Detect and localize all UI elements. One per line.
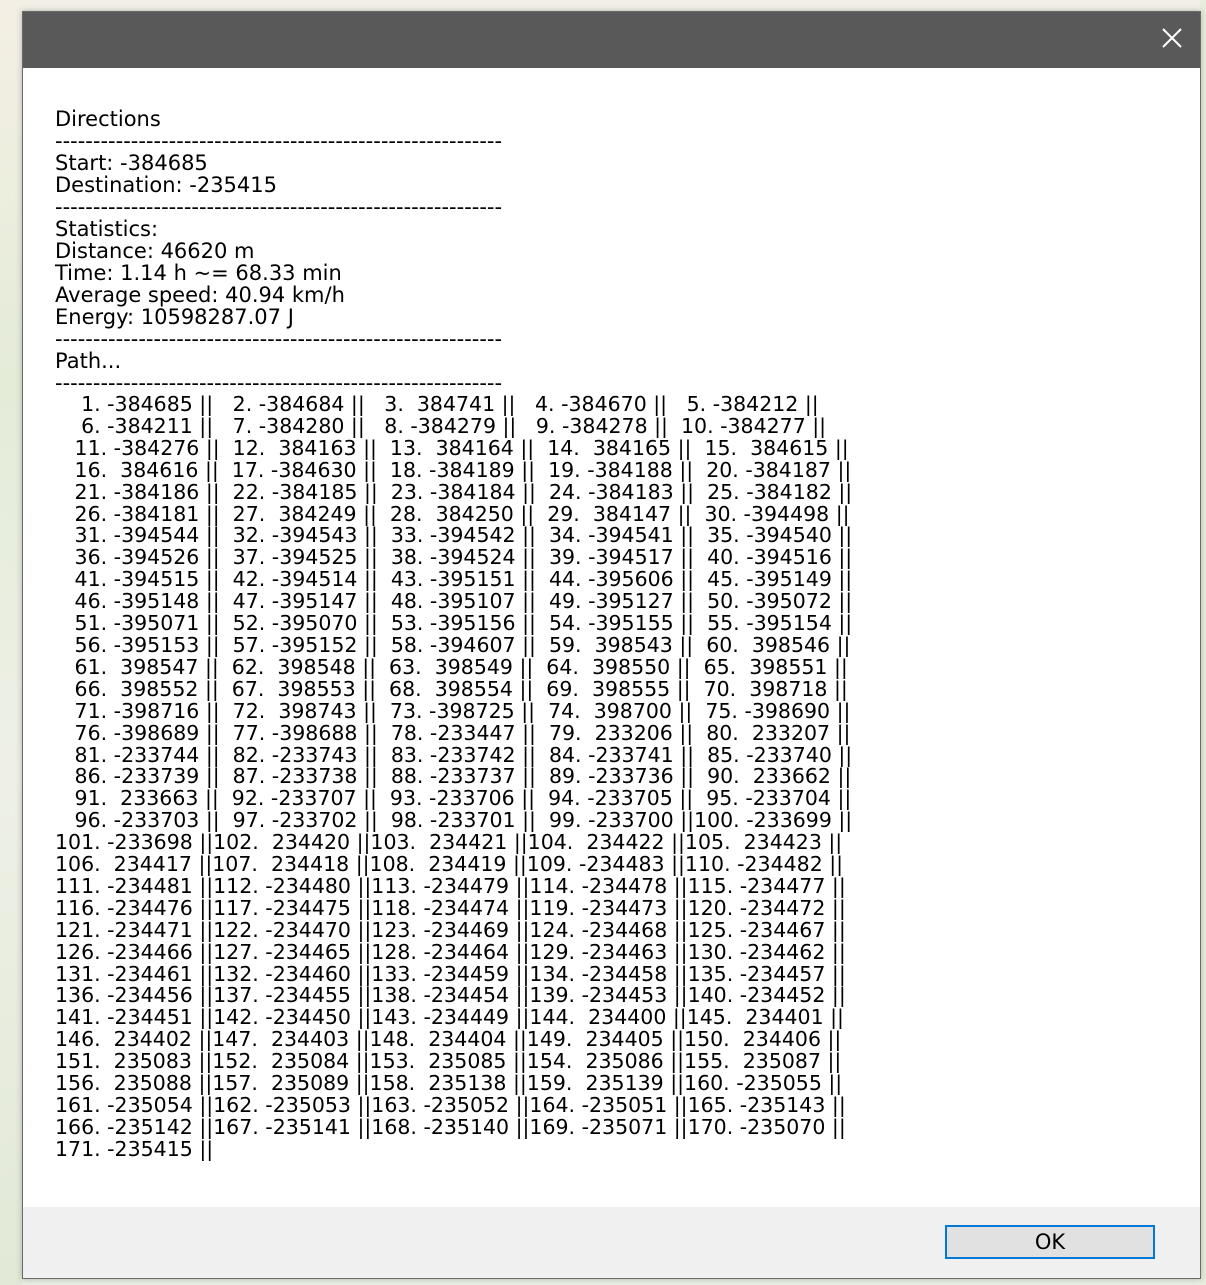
path-line: 61. 398547 || 62. 398548 || 63. 398549 |…: [55, 654, 848, 679]
path-line: 41. -394515 || 42. -394514 || 43. -39515…: [55, 567, 853, 592]
close-icon: [1161, 27, 1183, 53]
path-line: 56. -395153 || 57. -395152 || 58. -39460…: [55, 632, 851, 657]
path-line: 111. -234481 ||112. -234480 ||113. -2344…: [55, 873, 846, 898]
path-line: 116. -234476 ||117. -234475 ||118. -2344…: [55, 895, 846, 920]
path-line: 16. 384616 || 17. -384630 || 18. -384189…: [55, 457, 852, 482]
path-line: 106. 234417 ||107. 234418 ||108. 234419 …: [55, 852, 844, 877]
time-text: Time: 1.14 h ~= 68.33 min: [55, 261, 342, 285]
path-line: 171. -235415 ||: [55, 1136, 214, 1161]
distance-text: Distance: 46620 m: [55, 239, 255, 263]
path-line: 131. -234461 ||132. -234460 ||133. -2344…: [55, 961, 846, 986]
separator: ----------------------------------------…: [55, 196, 503, 218]
path-line: 76. -398689 || 77. -398688 || 78. -23344…: [55, 720, 851, 745]
separator: ----------------------------------------…: [55, 372, 503, 394]
path-line: 141. -234451 ||142. -234450 ||143. -2344…: [55, 1005, 844, 1030]
path-line: 151. 235083 ||152. 235084 ||153. 235085 …: [55, 1049, 842, 1074]
directions-heading: Directions: [55, 107, 161, 131]
path-line: 31. -394544 || 32. -394543 || 33. -39454…: [55, 523, 853, 548]
path-line: 51. -395071 || 52. -395070 || 53. -39515…: [55, 611, 853, 636]
start-text: Start: -384685: [55, 151, 208, 175]
path-line: 6. -384211 || 7. -384280 || 8. -384279 |…: [55, 413, 827, 438]
path-line: 126. -234466 ||127. -234465 ||128. -2344…: [55, 939, 846, 964]
path-line: 136. -234456 ||137. -234455 ||138. -2344…: [55, 983, 846, 1008]
close-button[interactable]: [1144, 12, 1200, 68]
ok-button[interactable]: OK: [945, 1225, 1155, 1259]
message-text: Directions -----------------------------…: [55, 108, 1180, 1161]
energy-text: Energy: 10598287.07 J: [55, 305, 294, 329]
path-line: 91. 233663 || 92. -233707 || 93. -233706…: [55, 786, 852, 811]
destination-text: Destination: -235415: [55, 173, 277, 197]
path-line: 81. -233744 || 82. -233743 || 83. -23374…: [55, 742, 853, 767]
path-line: 86. -233739 || 87. -233738 || 88. -23373…: [55, 764, 852, 789]
average-speed-text: Average speed: 40.94 km/h: [55, 283, 345, 307]
directions-dialog: Directions -----------------------------…: [22, 11, 1201, 1279]
path-line: 36. -394526 || 37. -394525 || 38. -39452…: [55, 545, 853, 570]
path-line: 121. -234471 ||122. -234470 ||123. -2344…: [55, 917, 846, 942]
path-line: 101. -233698 ||102. 234420 ||103. 234421…: [55, 830, 843, 855]
background-map-left: [0, 0, 22, 1285]
statistics-heading: Statistics:: [55, 217, 159, 241]
path-line: 1. -384685 || 2. -384684 || 3. 384741 ||…: [55, 392, 819, 416]
path-line: 21. -384186 || 22. -384185 || 23. -38418…: [55, 479, 853, 504]
path-line: 71. -398716 || 72. 398743 || 73. -398725…: [55, 698, 851, 723]
path-line: 26. -384181 || 27. 384249 || 28. 384250 …: [55, 501, 850, 526]
path-line: 161. -235054 ||162. -235053 ||163. -2350…: [55, 1093, 846, 1117]
path-line: 66. 398552 || 67. 398553 || 68. 398554 |…: [55, 676, 848, 701]
path-line: 96. -233703 || 97. -233702 || 98. -23370…: [55, 808, 853, 833]
path-line: 166. -235142 ||167. -235141 ||168. -2351…: [55, 1114, 846, 1139]
path-line: 11. -384276 || 12. 384163 || 13. 384164 …: [55, 435, 849, 460]
path-line: 156. 235088 ||157. 235089 ||158. 235138 …: [55, 1071, 843, 1096]
path-line: 46. -395148 || 47. -395147 || 48. -39510…: [55, 589, 853, 614]
dialog-footer: OK: [23, 1207, 1200, 1278]
separator: ----------------------------------------…: [55, 328, 503, 350]
path-list: 1. -384685 || 2. -384684 || 3. 384741 ||…: [55, 392, 1180, 1161]
path-line: 146. 234402 ||147. 234403 ||148. 234404 …: [55, 1027, 842, 1052]
path-heading: Path...: [55, 349, 122, 373]
title-bar[interactable]: [23, 12, 1200, 68]
separator: ----------------------------------------…: [55, 130, 503, 152]
background-map-top: [0, 0, 1206, 10]
